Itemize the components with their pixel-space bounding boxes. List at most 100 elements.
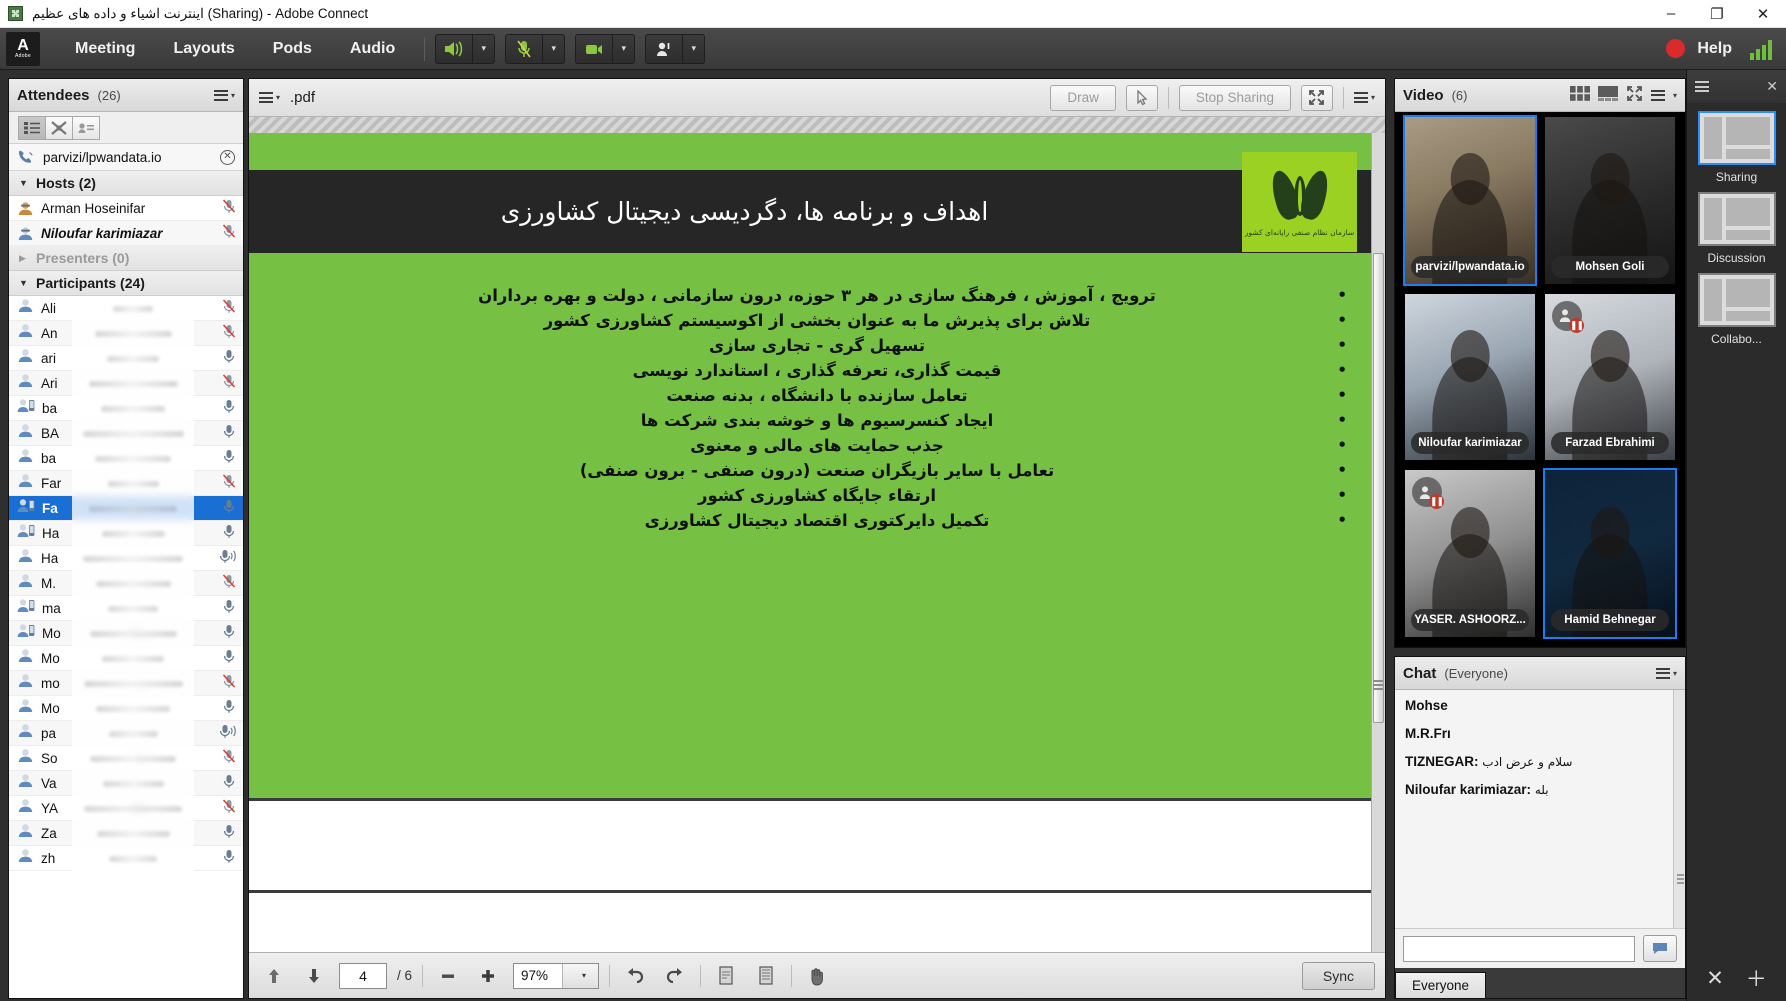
mic-status-icon[interactable]	[221, 423, 237, 444]
layouts-menu-button[interactable]	[1695, 79, 1709, 95]
minimize-button[interactable]: –	[1648, 0, 1694, 28]
mic-status-icon[interactable]	[221, 648, 237, 669]
scrollbar-thumb[interactable]	[1373, 253, 1384, 723]
pan-hand-button[interactable]	[802, 961, 832, 991]
chat-messages[interactable]: Mohse M.R.Frı TIZNEGAR: سلام و عرض ادب Nilo…	[1395, 690, 1685, 928]
share-pod-menu-button[interactable]: ▾	[1353, 90, 1375, 106]
attendee-row[interactable]: mo...	[9, 671, 243, 696]
attendee-row[interactable]: ari	[9, 346, 243, 371]
video-tile[interactable]: Hamid Behnegar	[1543, 468, 1677, 639]
attendee-row[interactable]: Va	[9, 771, 243, 796]
video-pod-menu-button[interactable]	[1650, 87, 1665, 103]
close-icon[interactable]: ✕	[220, 149, 235, 165]
attendee-row-host-0[interactable]: Arman Hoseinifar	[9, 196, 243, 221]
chevron-down-icon[interactable]: ▾	[562, 963, 599, 988]
list-view-button[interactable]	[18, 115, 46, 140]
menu-audio[interactable]: Audio	[331, 40, 414, 58]
pointer-button[interactable]	[1125, 84, 1158, 111]
camera-button[interactable]	[575, 33, 614, 64]
participants-list[interactable]: Ali... An ari Ari ba BA ba Far Fa ile Ha Ha M. ma Mo S.…	[9, 296, 243, 998]
attendee-row[interactable]: Za	[9, 821, 243, 846]
connection-status-icon[interactable]	[1750, 38, 1772, 60]
attendee-row[interactable]: Mo	[9, 646, 243, 671]
attendee-row[interactable]: ba	[9, 396, 243, 421]
filmstrip-layout-button[interactable]	[1597, 85, 1618, 105]
mic-status-icon[interactable]	[221, 523, 237, 544]
raise-hand-button[interactable]	[645, 33, 684, 64]
mic-status-icon[interactable]	[221, 473, 237, 494]
attendee-row[interactable]: BA	[9, 421, 243, 446]
recording-indicator-icon[interactable]	[1666, 39, 1686, 58]
attendee-row-host-1[interactable]: Niloufar karimiazar	[9, 221, 243, 246]
draw-button[interactable]: Draw	[1050, 84, 1116, 111]
close-rail-icon[interactable]: ✕	[1766, 78, 1778, 95]
mic-status-icon[interactable]	[221, 298, 237, 319]
attendee-row[interactable]: An	[9, 321, 243, 346]
mic-button[interactable]	[505, 33, 544, 64]
mic-status-icon[interactable]	[221, 348, 237, 369]
add-layout-button[interactable]: ＋	[1746, 963, 1767, 993]
attendee-row[interactable]: YA EH	[9, 796, 243, 821]
mic-status-icon[interactable]	[221, 823, 237, 844]
zoom-in-button[interactable]	[473, 961, 503, 991]
attendee-row[interactable]: ma	[9, 596, 243, 621]
menu-layouts[interactable]: Layouts	[154, 40, 253, 58]
attendee-row[interactable]: zh	[9, 846, 243, 871]
page-number-input[interactable]: 4	[339, 962, 387, 989]
attendee-row[interactable]: M.	[9, 571, 243, 596]
mic-status-icon[interactable]	[221, 498, 237, 519]
attendees-pod-menu-button[interactable]: ▾	[213, 87, 235, 103]
mic-status-icon[interactable]	[221, 673, 237, 694]
share-pod-menu-left-button[interactable]: ▾	[259, 90, 280, 106]
mic-status-icon[interactable]	[217, 723, 237, 744]
page-down-button[interactable]	[299, 961, 329, 991]
mic-status-icon[interactable]	[221, 323, 237, 344]
zoom-select[interactable]: 97% ▾	[513, 962, 600, 989]
mic-status-icon[interactable]	[217, 548, 237, 569]
zoom-out-button[interactable]	[433, 961, 463, 991]
video-tile[interactable]: parvizi/lpwandata.io	[1403, 115, 1537, 286]
raise-hand-caret-icon[interactable]: ▾	[683, 33, 706, 64]
card-view-button[interactable]	[72, 115, 100, 140]
mic-status-icon[interactable]	[221, 373, 237, 394]
mic-muted-icon[interactable]	[221, 198, 237, 219]
speaker-caret-icon[interactable]: ▾	[473, 33, 496, 64]
stop-sharing-button[interactable]: Stop Sharing	[1178, 84, 1291, 111]
mic-caret-icon[interactable]: ▾	[543, 33, 566, 64]
close-button[interactable]: ✕	[1740, 0, 1786, 28]
mic-status-icon[interactable]	[221, 598, 237, 619]
group-participants[interactable]: ▼ Participants (24)	[9, 271, 243, 296]
fit-page-button[interactable]	[711, 961, 741, 991]
menu-meeting[interactable]: Meeting	[56, 40, 154, 58]
grid-layout-button[interactable]	[1569, 85, 1590, 105]
speaker-button[interactable]	[435, 33, 474, 64]
attendee-row[interactable]: So:)	[9, 746, 243, 771]
attendee-row[interactable]: Mo	[9, 696, 243, 721]
sync-button[interactable]: Sync	[1301, 961, 1375, 990]
layout-item-discussion[interactable]: Discussion	[1697, 192, 1776, 265]
mic-status-icon[interactable]	[221, 798, 237, 819]
maximize-button[interactable]: ❐	[1694, 0, 1740, 28]
layout-item-sharing[interactable]: Sharing	[1697, 111, 1776, 184]
resize-grip-icon[interactable]	[1677, 872, 1684, 886]
page-up-button[interactable]	[259, 961, 289, 991]
send-message-button[interactable]	[1643, 935, 1677, 962]
collapse-rail-button[interactable]: ✕	[1706, 966, 1724, 991]
video-tile[interactable]: ❚❚ Farzad Ebrahimi	[1543, 292, 1677, 463]
group-presenters[interactable]: ▶ Presenters (0)	[9, 246, 243, 271]
menu-pods[interactable]: Pods	[254, 40, 331, 58]
group-hosts[interactable]: ▼ Hosts (2)	[9, 171, 243, 196]
attendee-row[interactable]: pa	[9, 721, 243, 746]
attendee-row[interactable]: Fa ile	[9, 496, 243, 521]
fit-width-button[interactable]	[751, 961, 781, 991]
undo-button[interactable]	[620, 961, 650, 991]
attendee-row[interactable]: Ha	[9, 546, 243, 571]
chat-scrollbar[interactable]	[1673, 690, 1685, 928]
breakout-view-button[interactable]	[45, 115, 73, 140]
attendee-row[interactable]: Ari	[9, 371, 243, 396]
chat-pod-menu-button[interactable]: ▾	[1655, 665, 1677, 681]
phone-bridge-row[interactable]: parvizi/lpwandata.io ✕	[9, 144, 243, 171]
layout-item-collabo[interactable]: Collabo...	[1697, 273, 1776, 346]
video-tile[interactable]: ❚❚ YASER. ASHOORZ...	[1403, 468, 1537, 639]
fullscreen-button[interactable]	[1300, 84, 1333, 111]
